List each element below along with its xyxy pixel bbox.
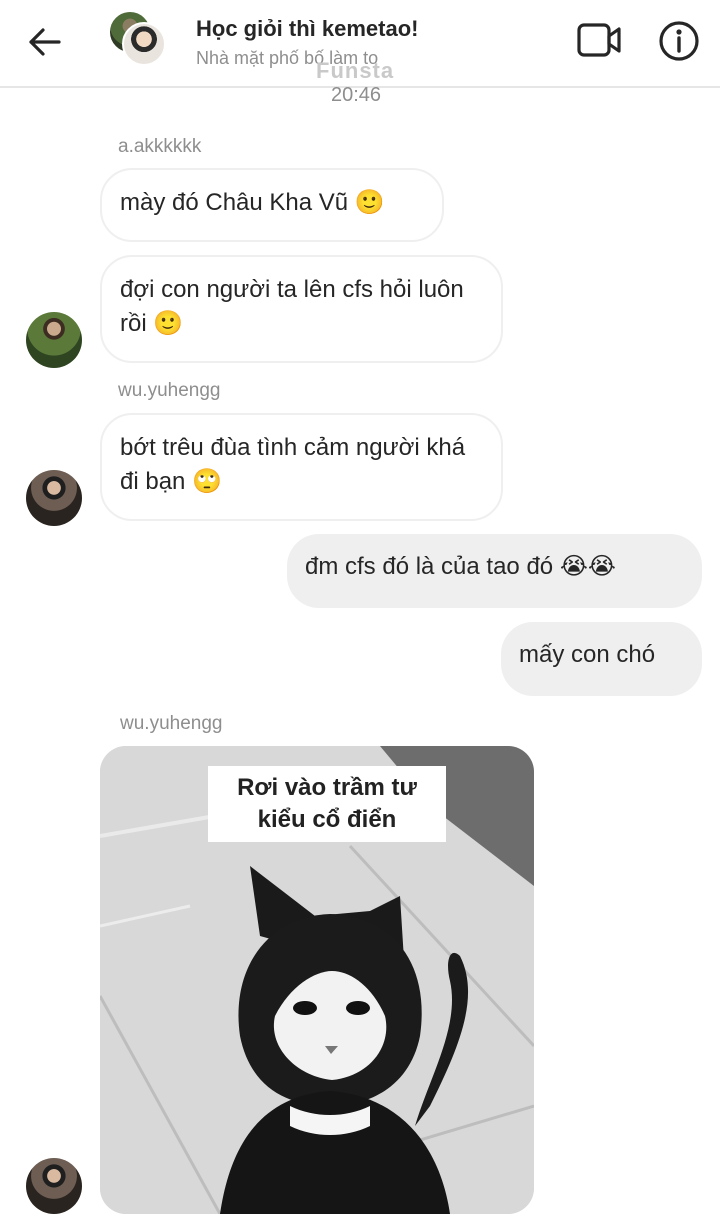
back-button[interactable]: [22, 22, 66, 62]
sender-name: wu.yuhengg: [120, 713, 223, 734]
video-call-button[interactable]: [576, 20, 622, 60]
arrow-left-icon: [29, 28, 61, 56]
incoming-message-bubble[interactable]: mày đó Châu Kha Vũ 🙂: [100, 168, 444, 242]
sender-avatar[interactable]: [26, 1158, 82, 1214]
group-avatar-member-2: [122, 22, 166, 66]
incoming-message-bubble[interactable]: đợi con người ta lên cfs hỏi luôn rồi 🙂: [100, 255, 503, 363]
sender-name: wu.yuhengg: [118, 380, 221, 401]
incoming-message-bubble[interactable]: bớt trêu đùa tình cảm người khá đi bạn 🙄: [100, 413, 503, 521]
chat-header: Học giỏi thì kemetao! Nhà mặt phố bố làm…: [0, 0, 720, 88]
video-camera-icon: [577, 23, 621, 57]
message-timestamp: 20:46: [330, 84, 382, 106]
sender-avatar[interactable]: [26, 470, 82, 526]
meme-caption: Rơi vào trầm tư kiểu cổ điển: [208, 766, 446, 842]
group-avatar[interactable]: [108, 10, 172, 74]
sender-name: a.akkkkkk: [118, 136, 202, 157]
outgoing-message-bubble[interactable]: đm cfs đó là của tao đó 😭😭: [287, 534, 702, 608]
outgoing-message-bubble[interactable]: mấy con chó: [501, 622, 702, 696]
watermark: Funsta: [316, 58, 395, 83]
info-button[interactable]: [656, 18, 702, 64]
info-circle-icon: [659, 21, 699, 61]
sender-avatar[interactable]: [26, 312, 82, 368]
chat-title[interactable]: Học giỏi thì kemetao!: [196, 16, 418, 42]
image-message[interactable]: Rơi vào trầm tư kiểu cổ điển: [100, 746, 534, 1214]
